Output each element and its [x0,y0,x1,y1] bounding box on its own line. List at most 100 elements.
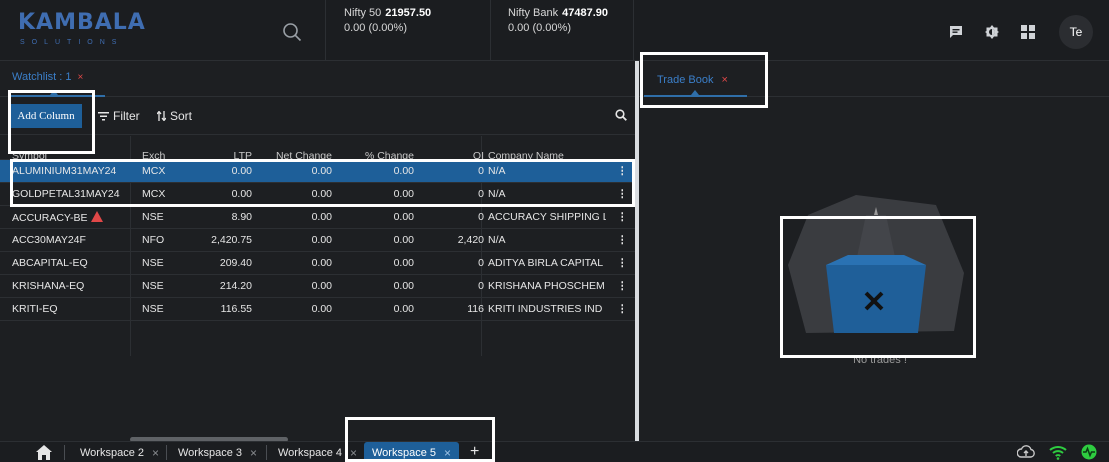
tab-workspace-2[interactable]: Workspace 2 × [72,442,167,462]
tab-workspace-3[interactable]: Workspace 3 × [170,442,265,462]
divider [325,0,326,61]
wifi-icon [1049,446,1067,460]
cell-exch: NSE [142,257,164,269]
watchlist-toolbar: Add Column Filter Sort [0,97,635,135]
table-row[interactable]: ALUMINIUM31MAY24 MCX 0.00 0.00 0.00 0 N/… [0,160,635,183]
heartbeat-icon [1081,444,1097,460]
divider [266,445,267,460]
row-menu-icon[interactable]: ⋮ [617,165,623,177]
index-value: 47487.90 [562,7,609,19]
divider [633,0,634,61]
chat-icon[interactable] [949,25,963,39]
cell-exch: MCX [142,188,166,200]
workspace-label: Workspace 3 [178,446,242,459]
close-icon[interactable]: × [78,72,84,83]
active-tab-underline [644,95,747,97]
row-menu-icon[interactable]: ⋮ [617,303,623,315]
add-workspace-button[interactable]: + [470,443,479,461]
tab-watchlist-1[interactable]: Watchlist : 1 × [12,71,83,83]
cloud-upload-icon[interactable] [1017,444,1035,460]
cell-ltp: 0.00 [231,188,252,200]
workspace-label: Workspace 4 [278,446,342,459]
cell-symbol: KRISHANA-EQ [12,280,85,292]
workspace-bar: Workspace 2 × Workspace 3 × Workspace 4 × W… [0,441,1109,462]
filter-button[interactable]: Filter [98,109,140,123]
cell-oi: 0 [478,188,484,200]
cell-symbol: ACCURACY-BE [12,211,127,224]
index-nifty50[interactable]: Nifty 50 21957.50 0.00 (0.00%) [344,6,431,36]
row-menu-icon[interactable]: ⋮ [617,188,623,200]
panel-resize-handle[interactable] [635,61,639,441]
top-bar: KAMBALA SOLUTIONS Nifty 50 21957.50 0.00 … [0,0,1109,61]
logo-wordmark: KAMBALA [18,10,146,35]
cell-company: KRITI INDUSTRIES IND LT [488,303,606,315]
cell-net-change: 0.00 [311,303,332,315]
cell-ltp: 0.00 [231,165,252,177]
table-row[interactable]: KRITI-EQ NSE 116.55 0.00 0.00 116 KRITI … [0,298,635,321]
grid-header: Symbol Exch LTP Net Change % Change OI C… [0,136,635,162]
row-menu-icon[interactable]: ⋮ [617,280,623,292]
cell-exch: NSE [142,303,164,315]
sort-icon [157,111,166,121]
table-row[interactable]: ACC30MAY24F NFO 2,420.75 0.00 0.00 2,420… [0,229,635,252]
avatar[interactable]: Te [1059,15,1093,49]
sort-label: Sort [170,109,193,123]
tab-label: Trade Book [657,74,714,86]
table-row[interactable]: ACCURACY-BE NSE 8.90 0.00 0.00 0 ACCURAC… [0,206,635,229]
cell-oi: 0 [478,165,484,177]
watchlist-grid: Symbol Exch LTP Net Change % Change OI C… [0,136,635,321]
tradebook-tab-bar: Trade Book × [639,61,1109,97]
home-icon[interactable] [36,445,52,460]
cell-exch: MCX [142,165,166,177]
warning-icon [91,211,104,222]
tab-workspace-4[interactable]: Workspace 4 × [270,442,365,462]
cell-company: ACCURACY SHIPPING LIN [488,211,606,223]
add-column-button[interactable]: Add Column [10,104,82,128]
cell-ltp: 116.55 [220,303,252,315]
search-icon[interactable] [282,22,302,42]
close-icon[interactable]: × [721,74,727,86]
cell-oi: 116 [467,303,484,315]
divider [64,445,65,460]
cell-oi: 0 [478,211,484,223]
symbol-text: ACCURACY-BE [12,212,88,224]
row-menu-icon[interactable]: ⋮ [617,234,623,246]
table-row[interactable]: KRISHANA-EQ NSE 214.20 0.00 0.00 0 KRISH… [0,275,635,298]
workspace-label: Workspace 5 [372,446,436,459]
sort-button[interactable]: Sort [157,109,192,123]
cell-pct-change: 0.00 [393,188,414,200]
apps-grid-icon[interactable] [1021,25,1035,39]
tab-workspace-5[interactable]: Workspace 5 × [364,442,460,462]
cell-exch: NFO [142,234,165,246]
close-icon[interactable]: × [250,446,257,460]
cell-ltp: 2,420.75 [211,234,252,246]
empty-state-text: No trades ! [853,354,907,366]
index-niftybank[interactable]: Nifty Bank 47487.90 0.00 (0.00%) [508,6,608,36]
cell-net-change: 0.00 [311,188,332,200]
kambala-logo[interactable]: KAMBALA SOLUTIONS [14,8,145,50]
cell-symbol: ABCAPITAL-EQ [12,257,88,269]
logo-tagline: SOLUTIONS [20,39,124,46]
tab-trade-book[interactable]: Trade Book × [657,74,728,86]
watchlist-search-icon[interactable] [615,109,627,121]
row-menu-icon[interactable]: ⋮ [617,211,623,223]
cell-symbol: ALUMINIUM31MAY24 [12,165,117,177]
cell-pct-change: 0.00 [393,165,414,177]
cell-net-change: 0.00 [311,234,332,246]
cell-exch: NSE [142,211,164,223]
cell-symbol: ACC30MAY24F [12,234,86,246]
table-row[interactable]: GOLDPETAL31MAY24 MCX 0.00 0.00 0.00 0 N/… [0,183,635,206]
index-name: Nifty 50 [344,7,382,19]
close-icon[interactable]: × [444,446,451,460]
row-menu-icon[interactable]: ⋮ [617,257,623,269]
index-change: 0.00 (0.00%) [508,22,571,34]
cell-ltp: 209.40 [219,257,252,269]
table-row[interactable]: ABCAPITAL-EQ NSE 209.40 0.00 0.00 0 ADIT… [0,252,635,275]
cell-oi: 0 [478,280,484,292]
index-change: 0.00 (0.00%) [344,22,407,34]
close-icon[interactable]: × [350,446,357,460]
close-icon[interactable]: × [152,446,159,460]
cell-company: N/A [488,234,506,246]
theme-icon[interactable] [985,25,999,39]
cell-net-change: 0.00 [311,280,332,292]
